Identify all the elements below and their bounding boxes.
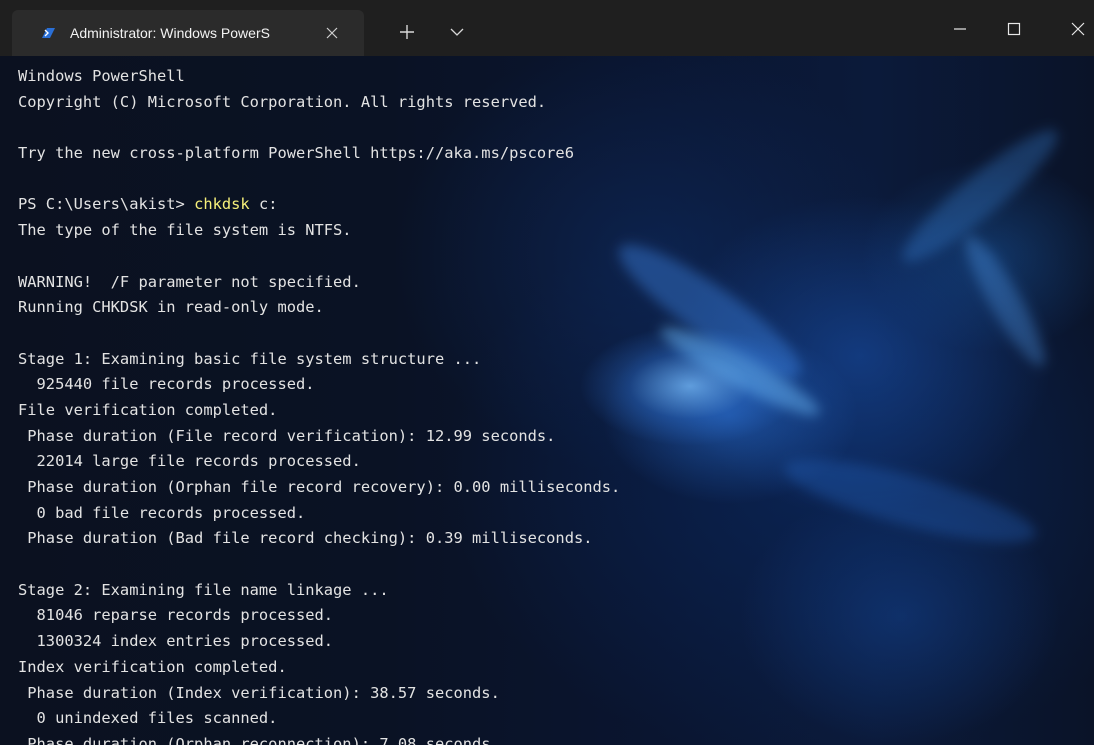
output-line: 0 unindexed files scanned.	[18, 709, 278, 728]
powershell-window: Administrator: Windows PowerS Windows Po…	[0, 0, 1094, 745]
title-bar[interactable]: Administrator: Windows PowerS	[0, 0, 1094, 56]
close-tab-icon[interactable]	[322, 23, 342, 43]
minimize-icon[interactable]	[940, 14, 980, 44]
output-line: Phase duration (Bad file record checking…	[18, 529, 593, 548]
prompt: PS C:\Users\akist>	[18, 195, 195, 214]
output-line: Phase duration (Orphan file record recov…	[18, 478, 621, 496]
background-nebula	[777, 443, 1043, 559]
tab-powershell[interactable]: Administrator: Windows PowerS	[12, 10, 364, 56]
output-line: 81046 reparse records processed.	[18, 606, 334, 625]
output-line: Try the new cross-platform PowerShell ht…	[18, 144, 574, 163]
output-line: Index verification completed.	[18, 657, 287, 676]
output-line: Stage 1: Examining basic file system str…	[18, 349, 482, 368]
output-line: Phase duration (Orphan reconnection): 7.…	[18, 734, 500, 745]
output-line: Windows PowerShell	[18, 67, 185, 85]
output-line: Phase duration (Index verification): 38.…	[18, 683, 500, 702]
output-line: WARNING! /F parameter not specified.	[18, 272, 361, 291]
output-line: 22014 large file records processed.	[18, 452, 361, 471]
output-line: 925440 file records processed.	[18, 375, 315, 394]
output-line: 1300324 index entries processed.	[18, 632, 334, 651]
chevron-down-icon[interactable]	[446, 21, 468, 43]
maximize-icon[interactable]	[994, 14, 1034, 44]
output-line: Copyright (C) Microsoft Corporation. All…	[18, 92, 547, 111]
output-line: Phase duration (File record verification…	[18, 426, 556, 445]
output-line: Running CHKDSK in read-only mode.	[18, 298, 324, 317]
background-nebula	[954, 228, 1056, 374]
output-line: File verification completed.	[18, 400, 278, 419]
output-line: 0 bad file records processed.	[18, 503, 306, 522]
command: chkdsk	[194, 195, 250, 214]
terminal-area[interactable]: Windows PowerShell Copyright (C) Microsof…	[0, 56, 1094, 745]
close-icon[interactable]	[1058, 14, 1094, 44]
plus-icon[interactable]	[396, 21, 418, 43]
output-line: The type of the file system is NTFS.	[18, 221, 352, 240]
command-argument: c:	[249, 195, 278, 214]
powershell-icon	[40, 26, 56, 40]
output-line: Stage 2: Examining file name linkage ...	[18, 580, 389, 599]
prompt-line: PS C:\Users\akist> chkdsk c:	[18, 192, 620, 218]
tab-title: Administrator: Windows PowerS	[70, 25, 270, 41]
terminal-output: Windows PowerShell Copyright (C) Microsof…	[18, 64, 620, 745]
